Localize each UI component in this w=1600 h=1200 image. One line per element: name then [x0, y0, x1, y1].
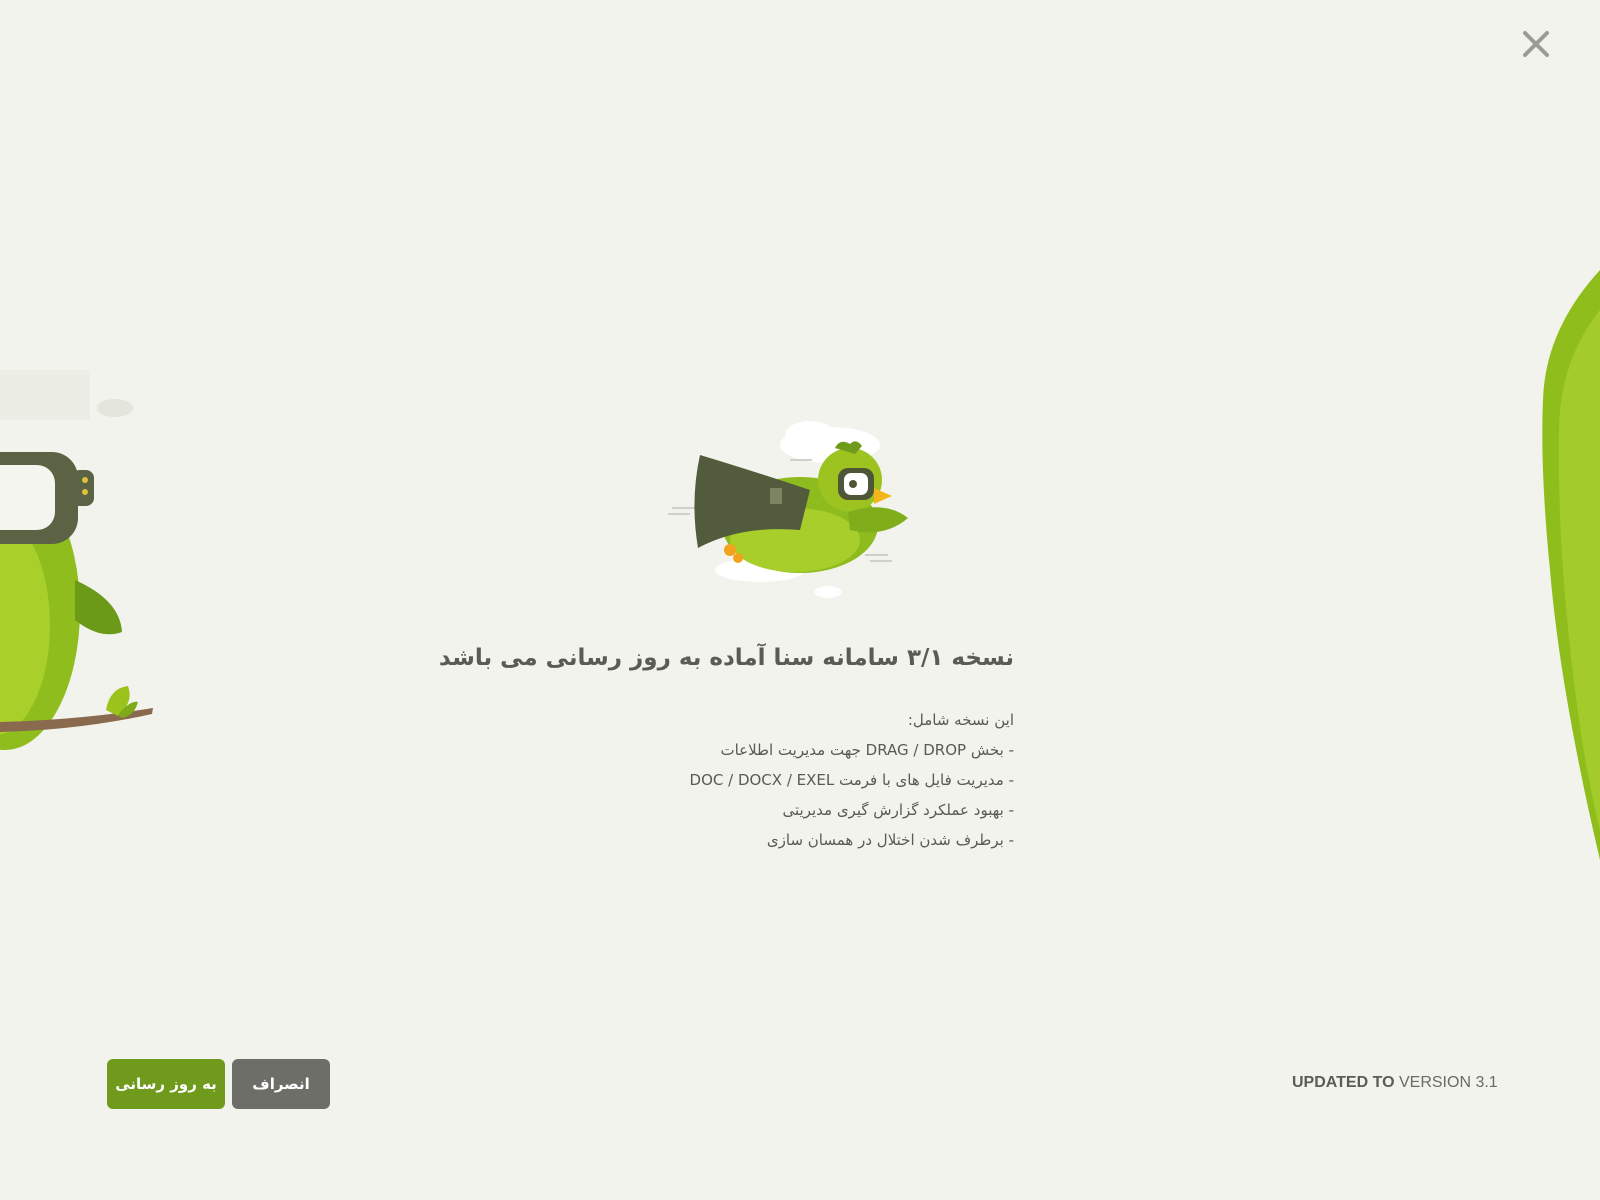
update-button[interactable]: به روز رسانی [107, 1059, 225, 1109]
feature-item: - بهبود عملکرد گزارش گیری مدیریتی [782, 801, 1014, 819]
close-button[interactable] [1518, 26, 1554, 62]
cancel-button[interactable]: انصراف [232, 1059, 330, 1109]
version-label: UPDATED TO VERSION 3.1 [1292, 1074, 1498, 1092]
features-intro: این نسخه شامل: [907, 711, 1014, 729]
flying-bird-illustration [668, 421, 908, 598]
green-leaf-illustration [1542, 270, 1600, 860]
feature-item: - برطرف شدن اختلال در همسان سازی [766, 831, 1014, 849]
version-prefix: UPDATED TO [1292, 1074, 1395, 1091]
update-dialog-content: نسخه ۳/۱ سامانه سنا آماده به روز رسانی م… [438, 645, 1014, 859]
features-list: - بخش DRAG / DROP جهت مدیریت اطلاعات - م… [454, 739, 1014, 851]
feature-item: - مدیریت فایل های با فرمت DOC / DOCX / E… [689, 771, 1014, 789]
feature-item: - بخش DRAG / DROP جهت مدیریت اطلاعات [720, 741, 1014, 759]
close-icon [1523, 31, 1549, 57]
version-text: VERSION 3.1 [1398, 1074, 1498, 1091]
dialog-title: نسخه ۳/۱ سامانه سنا آماده به روز رسانی م… [438, 645, 1014, 671]
perched-bird-illustration [0, 370, 153, 750]
